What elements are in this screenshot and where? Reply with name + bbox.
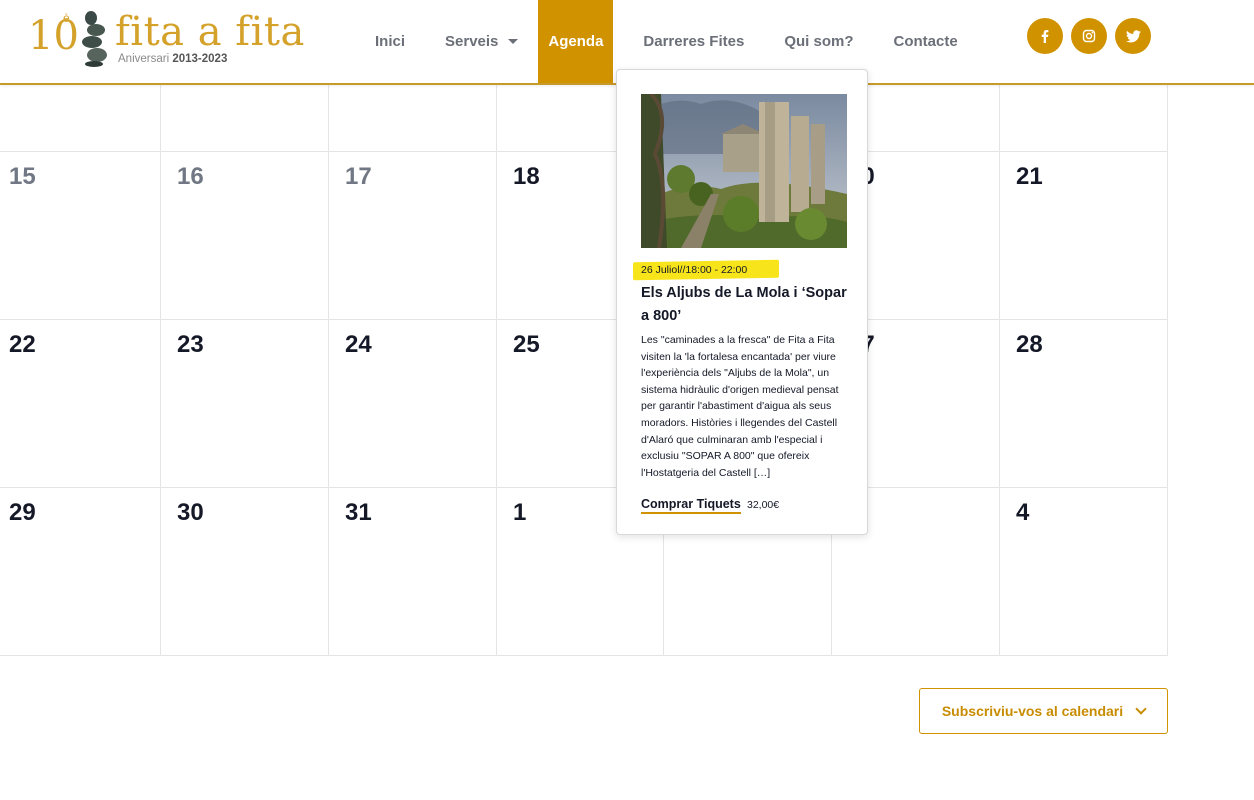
twitter-icon (1125, 29, 1141, 42)
calendar-day-cell[interactable]: 4 (1000, 488, 1168, 656)
anniversary-label: Aniversari (118, 53, 170, 65)
calendar-day-cell[interactable] (161, 83, 329, 152)
castle-ruins-photo (641, 94, 847, 248)
calendar-day-cell[interactable]: 22 (0, 320, 161, 488)
day-number: 18 (513, 163, 540, 190)
calendar-day-cell[interactable]: 24 (329, 320, 497, 488)
nav-qui-som-label: Qui som? (784, 33, 854, 50)
day-number: 25 (513, 331, 540, 358)
event-date: 26 Juliol//18:00 - 22:00 (641, 264, 748, 276)
event-title[interactable]: Els Aljubs de La Mola i ‘Sopar a 800’ (641, 282, 851, 328)
calendar-day-cell[interactable] (0, 83, 161, 152)
calendar-day-cell[interactable] (1000, 83, 1168, 152)
logo-ten: 10 (28, 13, 79, 59)
nav-agenda[interactable]: Agenda (538, 0, 614, 83)
subscribe-calendar-button[interactable]: Subscriviu-vos al calendari (919, 688, 1168, 734)
stacked-stones-icon (82, 11, 107, 67)
day-number: 17 (345, 163, 372, 190)
day-number: 24 (345, 331, 372, 358)
day-number: 16 (177, 163, 204, 190)
day-number: 30 (177, 499, 204, 526)
calendar-week-row (0, 83, 1168, 152)
day-number: 28 (1016, 331, 1043, 358)
nav-serveis-label: Serveis (445, 33, 499, 50)
nav-inici-label: Inici (375, 33, 406, 50)
day-number: 1 (513, 499, 527, 526)
day-number: 29 (9, 499, 36, 526)
day-number: 31 (345, 499, 372, 526)
chevron-down-icon (1135, 703, 1147, 715)
calendar-week-row: 29 30 31 1 2 3 4 (0, 488, 1168, 656)
calendar-day-cell[interactable]: 15 (0, 152, 161, 320)
site-logo[interactable]: 10 è fita a fita Aniversari 2013-2023 (28, 8, 308, 70)
caret-down-icon (508, 39, 519, 44)
calendar-day-cell[interactable]: 29 (0, 488, 161, 656)
nav-contacte[interactable]: Contacte (874, 0, 978, 83)
instagram-icon (1082, 29, 1096, 43)
nav-contacte-label: Contacte (893, 33, 958, 50)
day-number: 23 (177, 331, 204, 358)
event-price: 32,00€ (747, 499, 780, 511)
calendar-day-cell[interactable]: 16 (161, 152, 329, 320)
logo-name: fita a fita (115, 9, 305, 55)
calendar-week-row: 15 16 17 18 19 20 21 (0, 152, 1168, 320)
calendar-day-cell[interactable]: 28 (1000, 320, 1168, 488)
nav-serveis[interactable]: Serveis (425, 0, 538, 83)
calendar-day-cell[interactable]: 31 (329, 488, 497, 656)
nav-agenda-label: Agenda (548, 33, 604, 50)
calendar-day-cell[interactable]: 23 (161, 320, 329, 488)
facebook-button[interactable] (1027, 18, 1063, 54)
logo-anniversary: Aniversari 2013-2023 (118, 53, 227, 65)
calendar-week-row: 22 23 24 25 26 27 28 (0, 320, 1168, 488)
facebook-icon (1041, 30, 1049, 43)
day-number: 22 (9, 331, 36, 358)
event-image[interactable] (641, 94, 847, 248)
calendar-day-cell[interactable]: 21 (1000, 152, 1168, 320)
calendar-day-cell[interactable] (329, 83, 497, 152)
social-links (1027, 18, 1151, 54)
buy-tickets-link[interactable]: Comprar Tiquets (641, 497, 741, 514)
calendar-grid: 15 16 17 18 19 20 21 22 23 24 25 26 27 2… (0, 83, 1168, 656)
day-number: 4 (1016, 499, 1030, 526)
twitter-button[interactable] (1115, 18, 1151, 54)
calendar-day-cell[interactable]: 17 (329, 152, 497, 320)
event-tooltip: 26 Juliol//18:00 - 22:00 Els Aljubs de L… (616, 69, 868, 535)
calendar-day-cell[interactable]: 30 (161, 488, 329, 656)
nav-inici[interactable]: Inici (355, 0, 425, 83)
anniversary-years: 2013-2023 (172, 53, 228, 65)
event-description: Les "caminades a la fresca" de Fita a Fi… (641, 334, 839, 479)
nav-darreres-fites-label: Darreres Fites (643, 33, 745, 50)
logo-superscript: è (63, 11, 70, 25)
subscribe-label: Subscriviu-vos al calendari (941, 703, 1124, 719)
day-number: 15 (9, 163, 36, 190)
day-number: 21 (1016, 163, 1043, 190)
instagram-button[interactable] (1071, 18, 1107, 54)
